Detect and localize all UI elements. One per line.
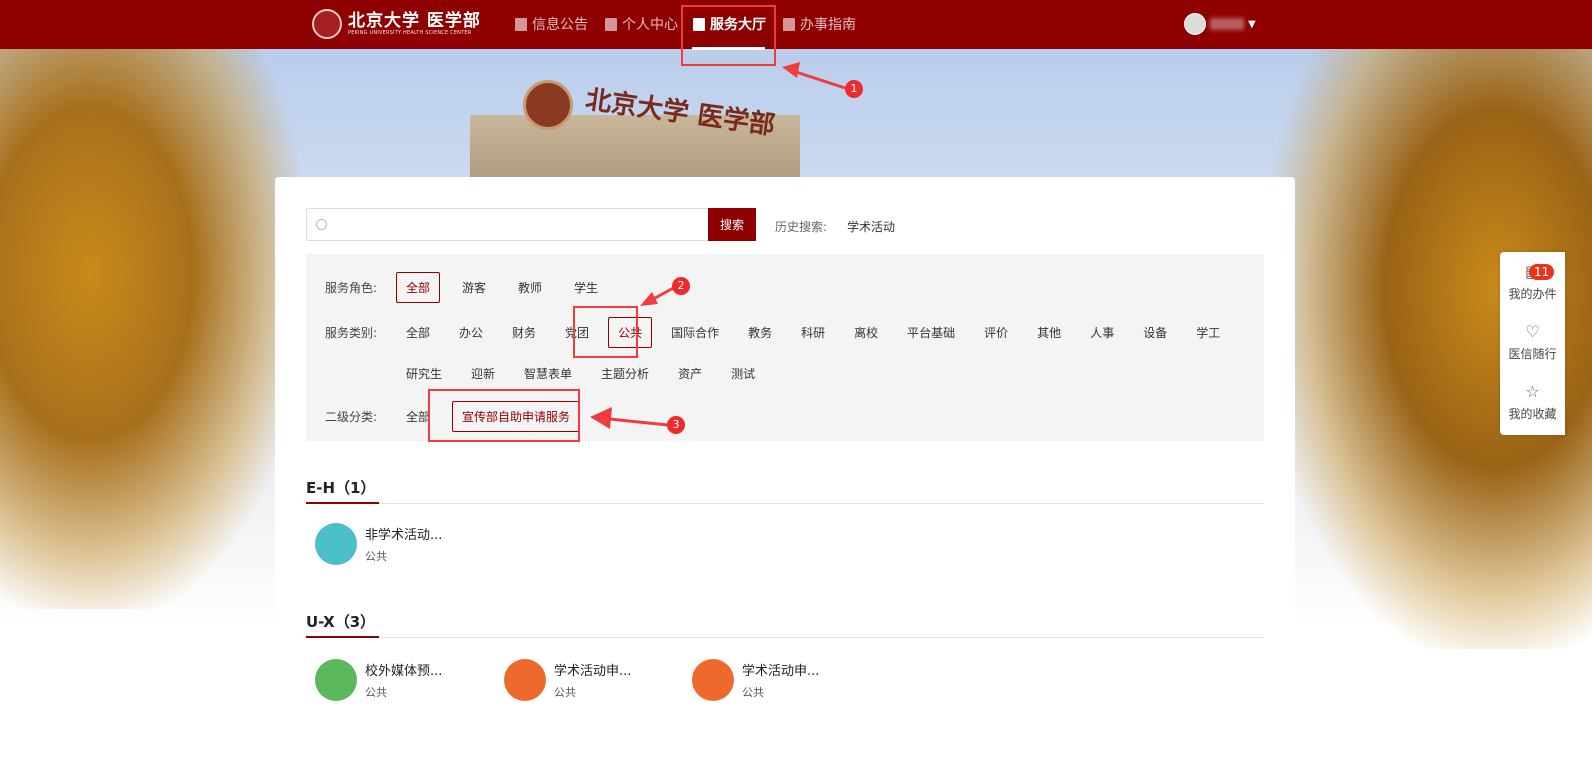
service-name: 学术活动申...: [554, 664, 632, 679]
background-tree-left: [0, 49, 300, 609]
side-my-tasks[interactable]: ▤我的办件11: [1500, 262, 1565, 302]
username-blurred: [1210, 18, 1244, 30]
service-card: 搜索 历史搜索: 学术活动 服务角色: 全部 游客 教师 学生 服务类别: 全部…: [275, 177, 1295, 777]
role-option[interactable]: 教师: [508, 272, 552, 303]
service-item[interactable]: 学术活动申... 公共: [692, 659, 819, 701]
side-favorites[interactable]: ☆ 我的收藏: [1500, 382, 1565, 422]
service-category: 公共: [554, 686, 576, 699]
annotation-box-2: [573, 306, 638, 358]
category-option[interactable]: 测试: [721, 358, 765, 389]
building-seal: [523, 80, 573, 130]
annotation-number: 2: [672, 277, 690, 295]
nav-item-guide[interactable]: 办事指南: [783, 14, 856, 34]
history-item[interactable]: 学术活动: [847, 218, 895, 235]
filter-label: 二级分类:: [325, 410, 378, 424]
filter-category: 服务类别: 全部 办公 财务 党团 公共 国际合作 教务 科研 离校 平台基础 评价 其他 人事 设备 学工…: [325, 317, 1256, 389]
annotation-number: 1: [845, 80, 863, 98]
nav-item-announcements[interactable]: 信息公告: [515, 14, 588, 34]
caret-down-icon: ▼: [1248, 18, 1256, 30]
service-category: 公共: [742, 686, 764, 699]
category-option[interactable]: 其他: [1027, 317, 1071, 348]
side-mobile[interactable]: ♡ 医信随行: [1500, 322, 1565, 362]
logo[interactable]: 北京大学 医学部 PEKING UNIVERSITY HEALTH SCIENC…: [312, 9, 481, 39]
top-nav: 北京大学 医学部 PEKING UNIVERSITY HEALTH SCIENC…: [0, 0, 1592, 50]
category-option[interactable]: 财务: [502, 317, 546, 348]
category-option[interactable]: 学工: [1186, 317, 1230, 348]
category-option[interactable]: 研究生: [396, 358, 452, 389]
category-option[interactable]: 平台基础: [897, 317, 965, 348]
logo-subtitle: PEKING UNIVERSITY HEALTH SCIENCE CENTER: [348, 30, 472, 36]
section-title: E-H（1）: [306, 477, 380, 504]
service-icon: [315, 523, 357, 565]
category-option[interactable]: 国际合作: [661, 317, 729, 348]
side-label: 我的办件: [1508, 287, 1557, 301]
annotation-box-1: [681, 5, 776, 66]
filter-label: 服务角色:: [325, 281, 378, 295]
section-header: E-H（1）: [306, 477, 1264, 504]
category-option[interactable]: 离校: [844, 317, 888, 348]
user-menu[interactable]: ▼: [1184, 13, 1256, 35]
section-title: U-X（3）: [306, 611, 380, 638]
category-option[interactable]: 评价: [974, 317, 1018, 348]
service-icon: [692, 659, 734, 701]
logo-text: 北京大学 医学部: [348, 11, 481, 31]
role-option[interactable]: 游客: [452, 272, 496, 303]
task-count-badge: 11: [1529, 264, 1555, 280]
filter-label: 服务类别:: [325, 326, 378, 340]
category-option[interactable]: 科研: [791, 317, 835, 348]
service-icon: [504, 659, 546, 701]
side-label: 我的收藏: [1508, 407, 1557, 421]
category-option[interactable]: 资产: [668, 358, 712, 389]
category-option[interactable]: 人事: [1080, 317, 1124, 348]
side-toolbar: ▤我的办件11 ♡医信随行 ☆我的收藏: [1500, 252, 1565, 435]
category-option[interactable]: 智慧表单: [514, 358, 582, 389]
annotation-number: 3: [667, 416, 685, 434]
nav-label: 个人中心: [622, 17, 678, 33]
role-option[interactable]: 学生: [564, 272, 608, 303]
service-name: 学术活动申...: [742, 664, 820, 679]
user-doc-icon: [605, 17, 617, 31]
guide-icon: [783, 17, 795, 31]
search-button[interactable]: 搜索: [708, 208, 756, 241]
nav-item-personal[interactable]: 个人中心: [605, 14, 678, 34]
bank-icon: [515, 17, 527, 31]
category-option[interactable]: 教务: [738, 317, 782, 348]
search-icon: [316, 219, 327, 230]
side-label: 医信随行: [1508, 347, 1557, 361]
service-item[interactable]: 非学术活动... 公共: [315, 523, 442, 565]
history-label: 历史搜索:: [775, 220, 828, 234]
category-option[interactable]: 设备: [1133, 317, 1177, 348]
category-option[interactable]: 迎新: [461, 358, 505, 389]
heart-icon: ♡: [1525, 322, 1540, 341]
service-icon: [315, 659, 357, 701]
nav-label: 办事指南: [800, 17, 856, 33]
nav-label: 信息公告: [532, 17, 588, 33]
section-header: U-X（3）: [306, 611, 1264, 638]
filter-role: 服务角色: 全部 游客 教师 学生: [325, 272, 620, 303]
logo-seal-icon: [312, 9, 342, 39]
service-item[interactable]: 校外媒体预... 公共: [315, 659, 442, 701]
category-option[interactable]: 全部: [396, 317, 440, 348]
category-option[interactable]: 主题分析: [591, 358, 659, 389]
category-option[interactable]: 办公: [449, 317, 493, 348]
service-category: 公共: [365, 686, 387, 699]
role-option[interactable]: 全部: [396, 272, 441, 303]
star-icon: ☆: [1525, 382, 1540, 401]
service-category: 公共: [365, 550, 387, 563]
service-item[interactable]: 学术活动申... 公共: [504, 659, 631, 701]
service-name: 校外媒体预...: [365, 664, 443, 679]
service-name: 非学术活动...: [365, 528, 443, 543]
avatar: [1184, 13, 1206, 35]
search-input[interactable]: [306, 208, 708, 241]
annotation-box-3: [428, 389, 580, 442]
